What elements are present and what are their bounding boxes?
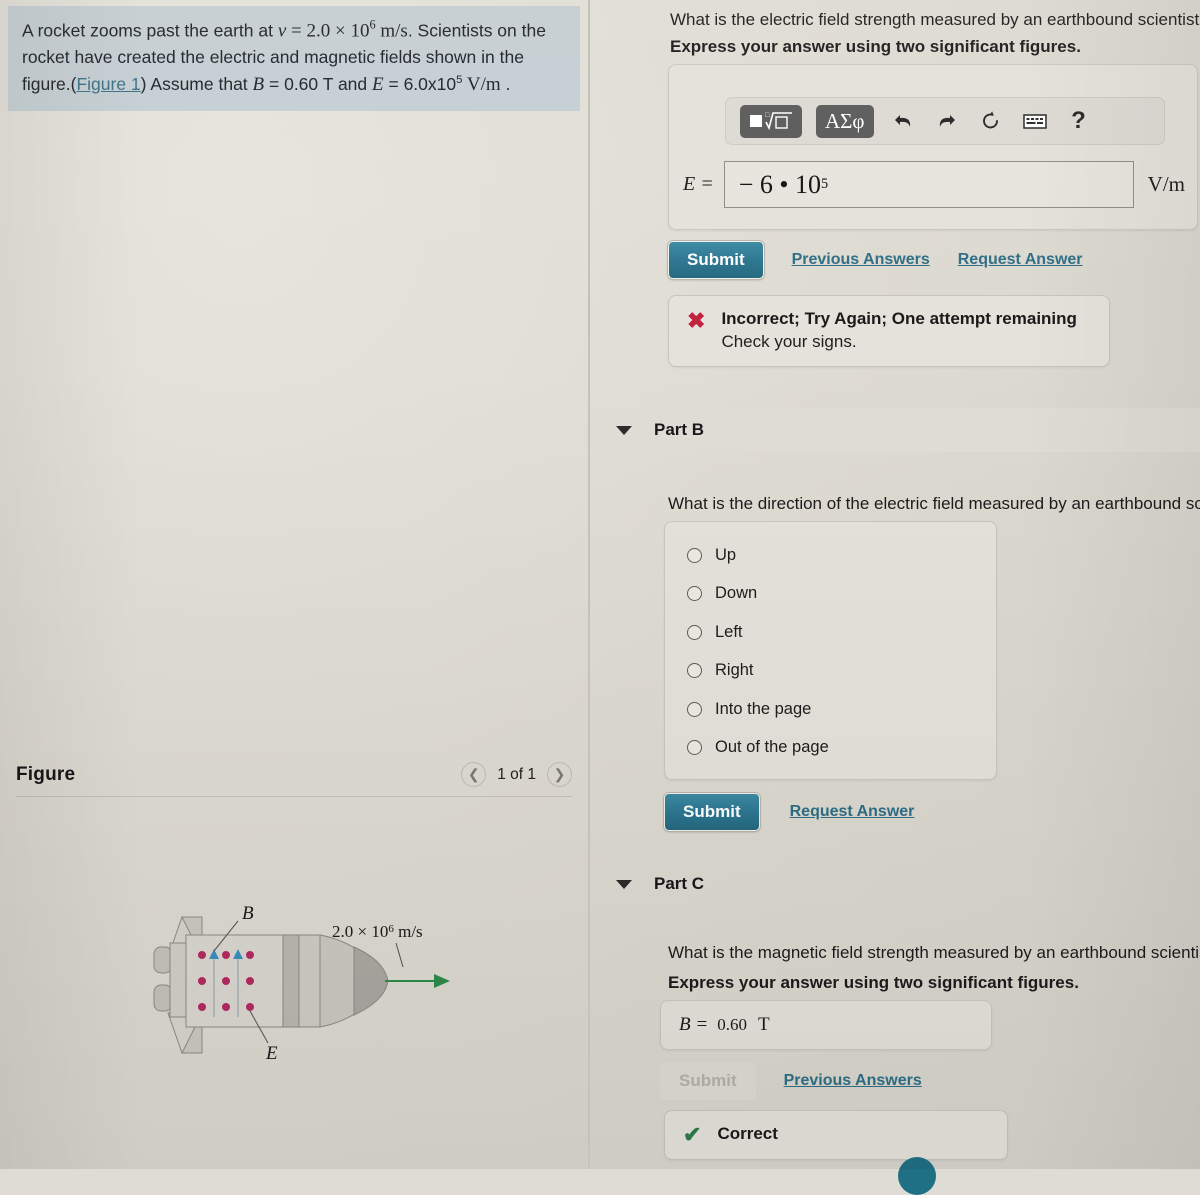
radio-button[interactable] (687, 547, 702, 563)
part-c-feedback: ✔ Correct (664, 1110, 1008, 1161)
part-b-action-row: Submit Request Answer (664, 793, 914, 831)
choice-label: Out of the page (715, 738, 829, 757)
greek-symbols-button[interactable]: ΑΣφ (816, 104, 874, 138)
figure-title: Figure (16, 763, 76, 785)
choice-label: Down (715, 584, 758, 603)
left-panel: A rocket zooms past the earth at v = 2.0… (0, 0, 588, 1169)
chevron-left-icon[interactable]: ❮ (461, 762, 487, 787)
figure-header: Figure ❮ 1 of 1 ❯ (16, 762, 572, 787)
part-a-answer-card: □ ΑΣφ ? E = − 6 • 10 5 V/m (668, 64, 1198, 230)
part-c-action-row: Submit Previous Answers (660, 1062, 922, 1100)
math-toolbar: □ ΑΣφ ? (725, 97, 1165, 145)
radio-button[interactable] (687, 624, 702, 640)
part-a-answer-value: − 6 • 10 (738, 169, 821, 199)
rocket-diagram-svg: B E 2.0 × 106 m/s (153, 903, 450, 1064)
part-a-units: V/m (1147, 172, 1185, 196)
part-a-instruction: Express your answer using two significan… (670, 37, 1081, 56)
part-b-header[interactable]: Part B (590, 408, 1200, 452)
choice-label: Up (715, 545, 737, 564)
redo-arrow-icon[interactable] (932, 106, 962, 136)
velocity-symbol: v (277, 20, 287, 42)
E-units: V/m (462, 73, 501, 95)
undo-arrow-icon[interactable] (888, 106, 918, 136)
radio-option-right[interactable]: Right (665, 652, 996, 691)
svg-text:□: □ (765, 111, 770, 119)
part-c-units: T (757, 1014, 770, 1035)
part-b-question: What is the direction of the electric fi… (668, 494, 1200, 513)
part-c-feedback-title: Correct (717, 1124, 778, 1143)
keyboard-icon[interactable] (1020, 106, 1050, 136)
B-field-label: B (242, 903, 254, 924)
radio-button[interactable] (687, 701, 702, 717)
choice-label: Left (715, 622, 743, 641)
part-c-title: Part C (654, 874, 705, 893)
x-mark-icon: ✖ (687, 308, 706, 333)
rocket-diagram: B E 2.0 × 106 m/s (140, 895, 470, 1085)
right-panel: What is the electric field strength meas… (590, 0, 1200, 1169)
part-c-instruction: Express your answer using two significan… (668, 973, 1079, 992)
problem-text-end: . (500, 73, 511, 94)
part-a-feedback-title: Incorrect; Try Again; One attempt remain… (721, 309, 1077, 328)
radio-option-into-the-page[interactable]: Into the page (665, 690, 996, 729)
equals-sign: = (286, 20, 307, 42)
velocity-value: 2.0 × 10 (306, 20, 370, 42)
part-a-action-row: Submit Previous Answers Request Answer (668, 241, 1083, 279)
conjunction-and: and (333, 73, 373, 94)
radio-button[interactable] (687, 663, 702, 679)
part-a-feedback-subtitle: Check your signs. (721, 332, 857, 351)
part-c-previous-answers-link[interactable]: Previous Answers (784, 1072, 922, 1090)
help-question-icon[interactable]: ? (1064, 106, 1094, 136)
velocity-label: 2.0 × 106 m/s (332, 922, 423, 941)
part-c-header[interactable]: Part C (590, 862, 1200, 906)
part-b-title: Part B (654, 420, 705, 439)
math-template-button[interactable]: □ (740, 104, 802, 138)
refresh-icon[interactable] (976, 106, 1006, 136)
part-a-previous-answers-link[interactable]: Previous Answers (792, 251, 930, 269)
problem-text-intro: A rocket zooms past the earth at (22, 20, 278, 41)
velocity-units: m/s (375, 20, 408, 42)
part-c-submit-button: Submit (660, 1062, 756, 1100)
radio-option-down[interactable]: Down (665, 575, 996, 614)
part-a-feedback: ✖ Incorrect; Try Again; One attempt rema… (668, 295, 1110, 367)
check-mark-icon: ✔ (683, 1122, 702, 1147)
part-a-submit-button[interactable]: Submit (668, 241, 764, 279)
radio-button[interactable] (687, 586, 702, 602)
choice-label: Into the page (715, 699, 812, 718)
radio-option-left[interactable]: Left (665, 613, 996, 652)
chevron-right-icon[interactable]: ❯ (547, 762, 572, 787)
part-a-answer-label: E = (683, 173, 714, 195)
part-b-request-answer-link[interactable]: Request Answer (790, 803, 915, 821)
problem-text-assume: ) Assume that (140, 73, 253, 94)
part-a-answer-input[interactable]: − 6 • 10 5 (723, 161, 1134, 208)
part-c-answer-label: B = (679, 1014, 709, 1035)
figure-divider (16, 796, 572, 797)
part-c-answer-field[interactable]: B = 0.60 T (660, 1000, 992, 1050)
figure-1-link[interactable]: Figure 1 (76, 74, 140, 94)
B-symbol: B (252, 73, 265, 95)
B-value: = 0.60 T (264, 73, 334, 94)
part-c-answer-value: 0.60 (717, 1015, 747, 1034)
radio-option-out-of-the-page[interactable]: Out of the page (665, 729, 996, 768)
choice-label: Right (715, 661, 754, 680)
triangle-down-icon[interactable] (616, 879, 632, 889)
floating-action-button[interactable] (898, 1157, 936, 1195)
part-a-question: What is the electric field strength meas… (670, 10, 1200, 29)
radio-button[interactable] (687, 740, 702, 756)
figure-pager: ❮ 1 of 1 ❯ (461, 762, 572, 787)
triangle-down-icon[interactable] (616, 425, 632, 435)
E-symbol: E (372, 73, 384, 95)
figure-page-label: 1 of 1 (497, 765, 536, 783)
template-sqrt-icon: □ (750, 111, 792, 131)
E-value: = 6.0x10 (383, 73, 457, 94)
problem-statement: A rocket zooms past the earth at v = 2.0… (8, 6, 580, 111)
E-field-label: E (265, 1043, 278, 1064)
part-a-request-answer-link[interactable]: Request Answer (958, 251, 1083, 269)
part-b-submit-button[interactable]: Submit (664, 793, 760, 831)
part-b-choice-list: Up Down Left Right Into the page Out of … (664, 521, 997, 780)
part-c-question: What is the magnetic field strength meas… (668, 943, 1200, 962)
part-a-answer-exponent: 5 (820, 176, 829, 192)
radio-option-up[interactable]: Up (665, 536, 996, 575)
